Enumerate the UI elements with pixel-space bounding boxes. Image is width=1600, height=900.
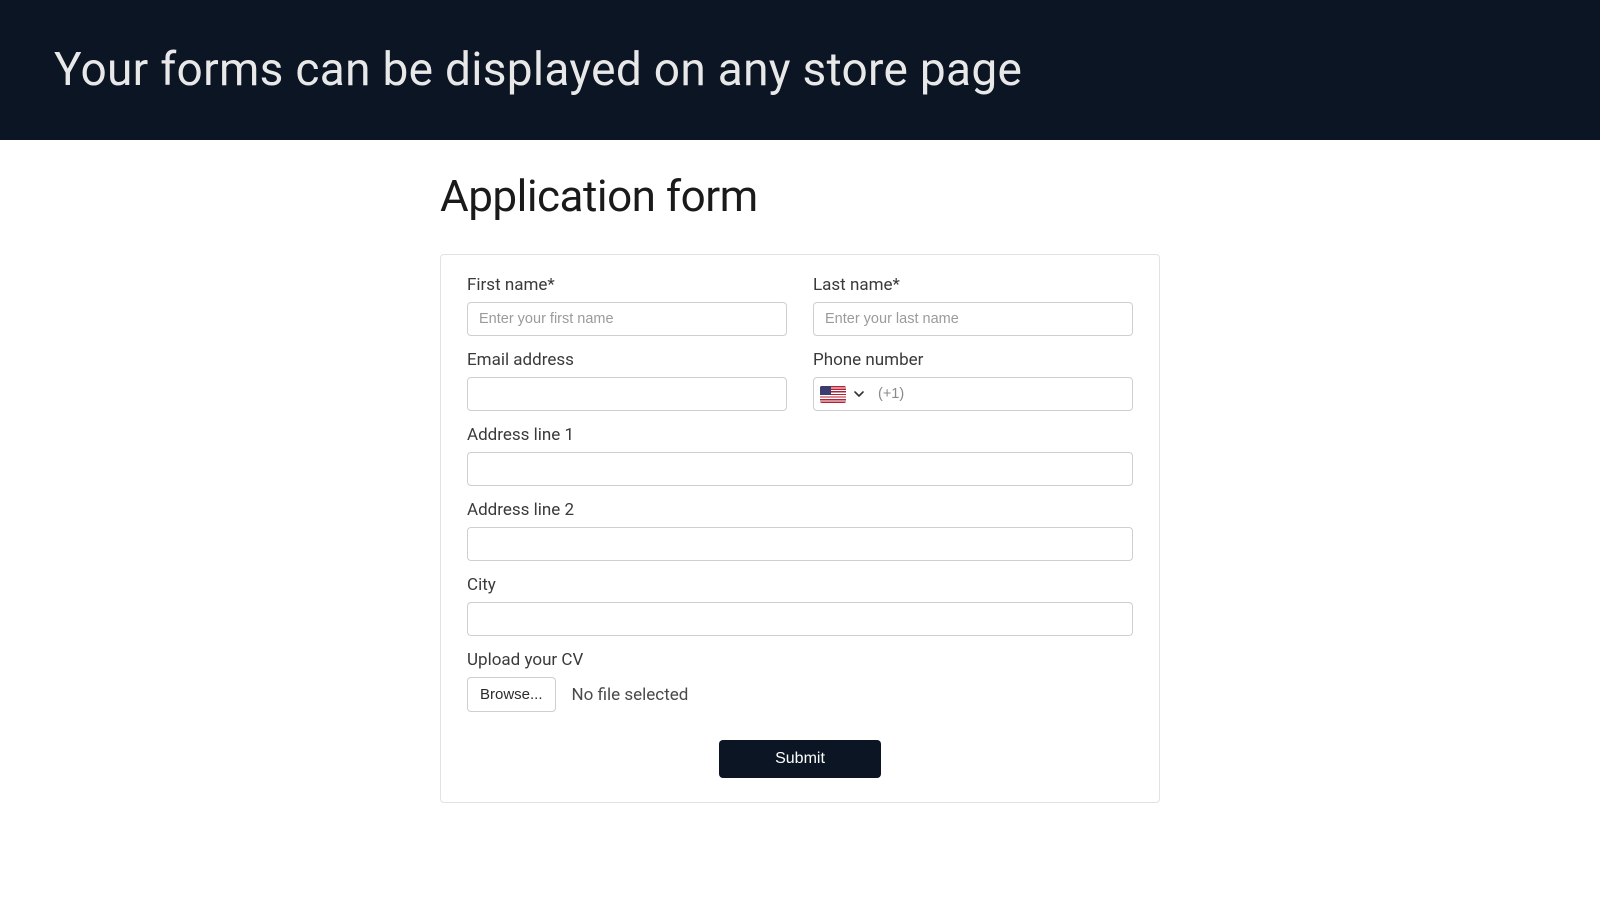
content-area: Application form First name* Last name* …: [0, 140, 1600, 803]
file-selection-status: No file selected: [572, 685, 689, 705]
application-form-card: First name* Last name* Email address Pho…: [440, 254, 1160, 803]
last-name-label: Last name*: [813, 275, 1133, 295]
address1-input[interactable]: [467, 452, 1133, 486]
phone-label: Phone number: [813, 350, 1133, 370]
city-label: City: [467, 575, 1133, 595]
city-input[interactable]: [467, 602, 1133, 636]
email-input[interactable]: [467, 377, 787, 411]
chevron-down-icon[interactable]: [853, 385, 865, 404]
phone-input[interactable]: [872, 378, 1126, 410]
first-name-label: First name*: [467, 275, 787, 295]
header-bar: Your forms can be displayed on any store…: [0, 0, 1600, 140]
us-flag-icon[interactable]: [820, 386, 846, 403]
submit-button[interactable]: Submit: [719, 740, 881, 778]
address1-label: Address line 1: [467, 425, 1133, 445]
page-title: Application form: [440, 170, 1160, 222]
cv-label: Upload your CV: [467, 650, 1133, 670]
address2-label: Address line 2: [467, 500, 1133, 520]
address2-input[interactable]: [467, 527, 1133, 561]
last-name-input[interactable]: [813, 302, 1133, 336]
phone-field-wrap: [813, 377, 1133, 411]
first-name-input[interactable]: [467, 302, 787, 336]
browse-button[interactable]: Browse...: [467, 677, 556, 712]
header-title: Your forms can be displayed on any store…: [54, 43, 1022, 97]
email-label: Email address: [467, 350, 787, 370]
